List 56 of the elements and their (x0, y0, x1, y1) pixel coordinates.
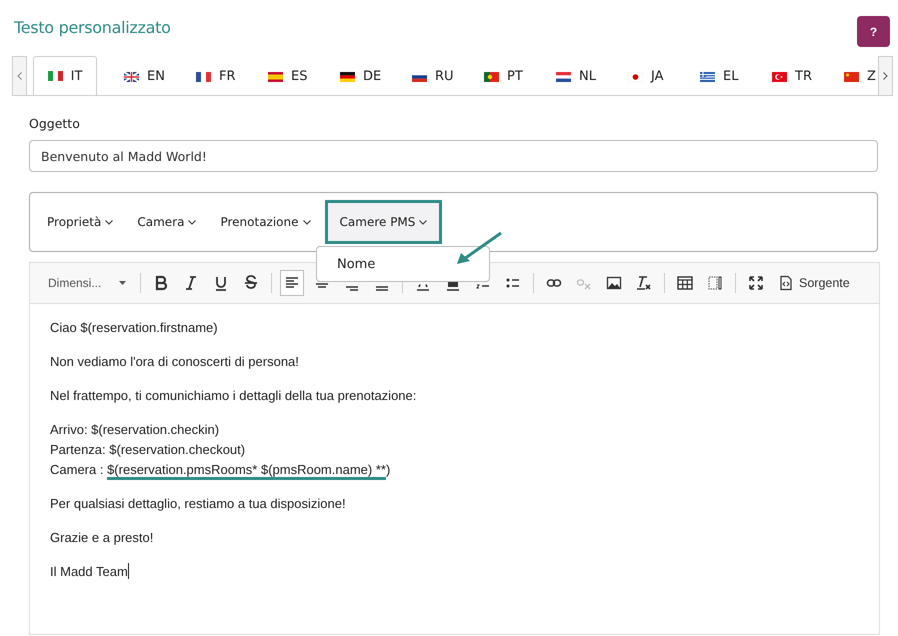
align-left-icon (284, 275, 300, 291)
maximize-icon (748, 275, 764, 291)
body-text: Arrivo: $(reservation.checkin) (50, 421, 220, 439)
chevron-down-icon (105, 220, 114, 224)
flag-icon (844, 72, 859, 82)
table-icon (677, 275, 693, 291)
flag-icon (196, 72, 211, 82)
flag-icon (412, 72, 427, 82)
subject-label: Oggetto (29, 116, 81, 131)
body-text: Non vediamo l'ora di conoscerti di persona! (50, 353, 300, 371)
body-text: Grazie e a presto! (50, 529, 154, 547)
caret-icon (119, 281, 126, 285)
pointer-arrow (455, 231, 505, 267)
language-tab[interactable]: IT (33, 56, 97, 95)
flag-icon (340, 72, 355, 82)
flag-icon (556, 72, 571, 82)
body-text: Per qualsiasi dettaglio, restiamo a tua disposizione! (50, 495, 347, 513)
variable-menu-button[interactable]: Camera (127, 200, 206, 244)
justify-icon (376, 286, 388, 291)
flag-icon (48, 71, 63, 81)
chevron-down-icon (188, 220, 196, 224)
underline-icon (213, 275, 229, 291)
body-text: Ciao $(reservation.firstname) (50, 319, 219, 337)
italic-icon (183, 275, 199, 291)
flag-icon (700, 72, 715, 82)
chevron-down-icon (419, 220, 428, 224)
source-button[interactable]: Sorgente (774, 275, 854, 291)
chevron-down-icon (302, 220, 311, 224)
flag-icon (484, 72, 499, 82)
strikethrough-icon (243, 275, 259, 291)
variable-menu-button[interactable]: Camere PMS (324, 200, 442, 244)
body-text: Camera : $(reservation.pmsRooms* $(pmsRoom.name) **) (50, 460, 859, 480)
page-break-icon (707, 275, 723, 291)
text-color-icon (417, 282, 429, 291)
help-button[interactable]: ? (857, 16, 890, 47)
flag-icon (772, 72, 787, 82)
body-text: Partenza: $(reservation.checkout) (50, 441, 246, 459)
page-title: Testo personalizzato (14, 18, 171, 37)
chevron-left-icon (17, 72, 22, 80)
bold-icon (153, 275, 169, 291)
body-text: Il Madd Team (50, 562, 130, 581)
clear-format-icon (636, 275, 652, 291)
source-code-icon (778, 275, 794, 291)
font-size-select[interactable]: Dimensi... (42, 270, 132, 296)
align-right-icon (346, 286, 358, 291)
flag-icon (628, 72, 643, 82)
flag-icon (124, 72, 139, 82)
body-text: Nel frattempo, ti comunichiamo i dettagli della tua prenotazione: (50, 387, 418, 405)
chevron-right-icon (883, 72, 888, 80)
image-icon (606, 275, 622, 291)
variable-menu-button[interactable]: Prenotazione (210, 200, 321, 244)
flag-icon (268, 72, 283, 82)
menu-item[interactable]: Nome (337, 256, 376, 272)
align-left-button[interactable] (280, 270, 304, 296)
variable-menu-button[interactable]: Proprietà (37, 200, 124, 244)
subject-field[interactable]: Benvenuto al Madd World! (29, 140, 878, 172)
